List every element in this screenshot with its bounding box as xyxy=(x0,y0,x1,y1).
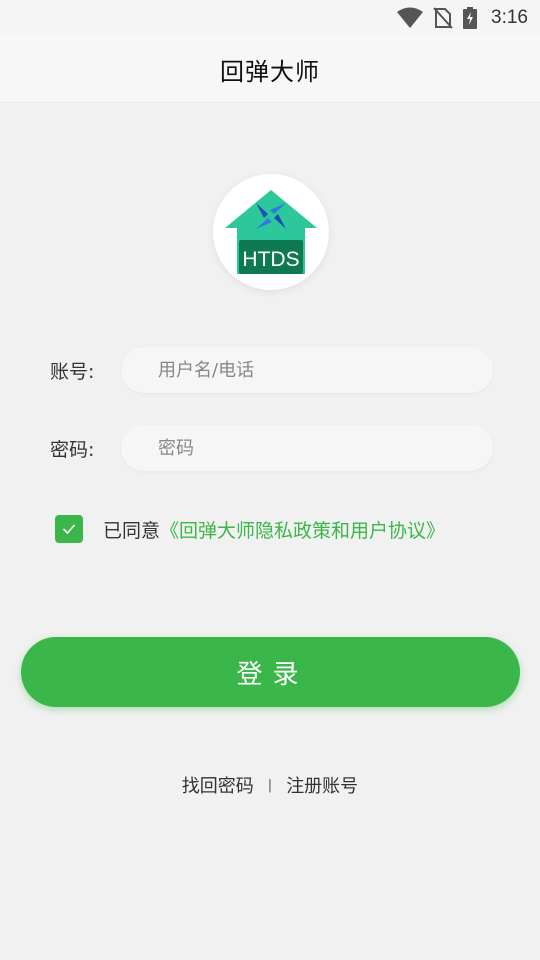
password-row: 密码: xyxy=(50,425,494,471)
logo-text: HTDS xyxy=(242,248,299,271)
htds-house-logo-icon: HTDS xyxy=(225,190,317,274)
forgot-password-link[interactable]: 找回密码 xyxy=(182,772,254,798)
status-time: 3:16 xyxy=(491,7,528,28)
agreement-prefix: 已同意 xyxy=(103,519,161,542)
battery-charging-icon xyxy=(463,7,478,29)
account-row: 账号: xyxy=(50,347,494,393)
login-button[interactable]: 登录 xyxy=(21,637,520,707)
password-input[interactable] xyxy=(121,425,493,471)
privacy-policy-link[interactable]: 《回弹大师隐私政策和用户协议》 xyxy=(160,516,445,543)
app-bar: 回弹大师 xyxy=(0,36,540,102)
agreement-row: 已同意 《回弹大师隐私政策和用户协议》 xyxy=(55,515,445,543)
agreement-checkbox[interactable] xyxy=(55,515,83,543)
status-icons: 3:16 xyxy=(397,6,528,30)
bottom-links: 找回密码 | 注册账号 xyxy=(0,770,540,800)
page-title: 回弹大师 xyxy=(220,57,320,86)
status-bar: 3:16 xyxy=(0,0,540,36)
password-label: 密码: xyxy=(50,438,95,461)
wifi-icon xyxy=(397,7,424,29)
app-logo: HTDS xyxy=(213,174,329,290)
link-separator: | xyxy=(267,777,273,793)
register-link[interactable]: 注册账号 xyxy=(286,772,358,798)
account-label: 账号: xyxy=(50,360,95,383)
no-sim-icon xyxy=(433,7,453,29)
account-input[interactable] xyxy=(121,347,493,393)
checkmark-icon xyxy=(62,524,76,535)
